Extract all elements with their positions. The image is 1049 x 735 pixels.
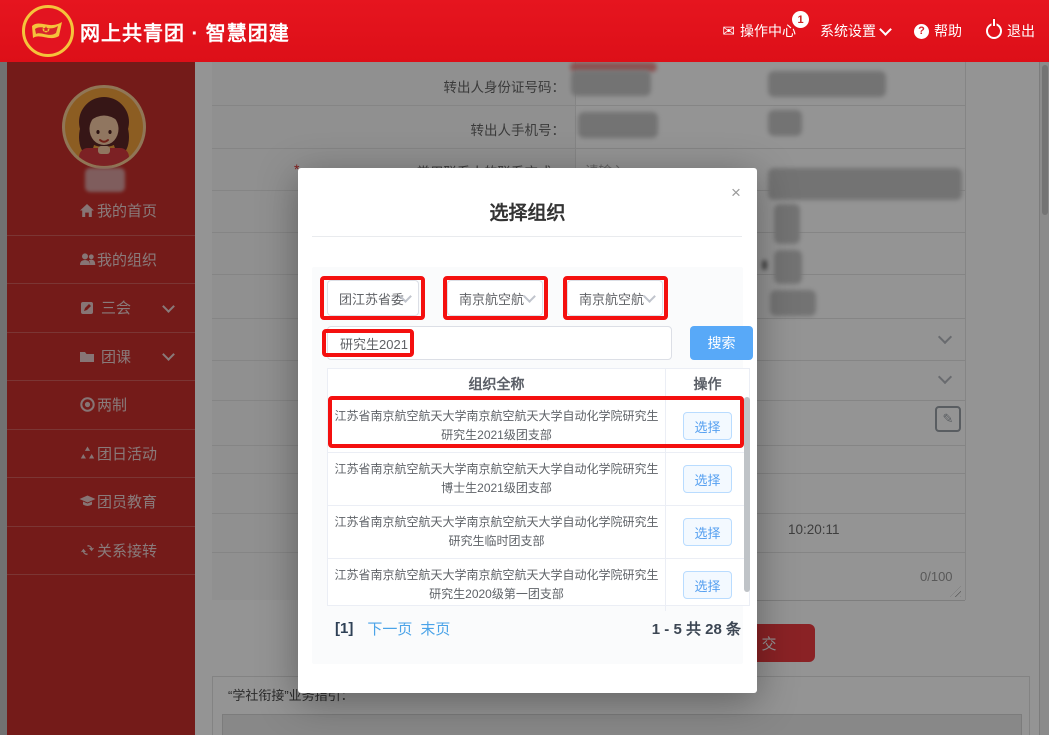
organization-name: 江苏省南京航空航天大学南京航空航天大学自动化学院研究生研究生2020级第一团支部 bbox=[334, 568, 659, 601]
table-row: 江苏省南京航空航天大学南京航空航天大学自动化学院研究生博士生2021级团支部 选… bbox=[328, 453, 749, 506]
table-header-row: 组织全称 操作 bbox=[328, 369, 749, 400]
system-settings-menu[interactable]: 系统设置 bbox=[820, 21, 892, 41]
province-select-value: 团江苏省委 bbox=[339, 291, 405, 307]
help-label: 帮助 bbox=[934, 23, 962, 39]
province-select[interactable]: 团江苏省委 bbox=[327, 280, 419, 316]
organization-name: 江苏省南京航空航天大学南京航空航天大学自动化学院研究生博士生2021级团支部 bbox=[334, 462, 659, 495]
select-organization-modal: × 选择组织 团江苏省委 南京航空航 南京航空航 搜索 组织全称 操作 江苏省南 bbox=[298, 168, 757, 693]
power-icon bbox=[986, 19, 1002, 39]
header-menu: ✉ 操作中心 1 系统设置 ? 帮助 退出 bbox=[722, 0, 1035, 62]
logout-menu[interactable]: 退出 bbox=[986, 19, 1035, 41]
organization-table: 组织全称 操作 江苏省南京航空航天大学南京航空航天大学自动化学院研究生研究生20… bbox=[327, 368, 750, 611]
action-center-menu[interactable]: ✉ 操作中心 1 bbox=[722, 11, 809, 41]
university-select[interactable]: 南京航空航 bbox=[447, 280, 543, 316]
select-row-button[interactable]: 选择 bbox=[683, 412, 732, 440]
action-center-label: 操作中心 bbox=[740, 23, 796, 39]
pagination: [1] 下一页 末页 bbox=[335, 616, 450, 640]
settings-label: 系统设置 bbox=[820, 23, 876, 39]
column-header-action: 操作 bbox=[665, 369, 749, 399]
select-row-button[interactable]: 选择 bbox=[683, 571, 732, 599]
select-row-button[interactable]: 选择 bbox=[683, 465, 732, 493]
top-header: 网上共青团 · 智慧团建 ✉ 操作中心 1 系统设置 ? 帮助 退出 bbox=[0, 0, 1049, 62]
organization-name: 江苏省南京航空航天大学南京航空航天大学自动化学院研究生研究生临时团支部 bbox=[334, 515, 659, 548]
organization-name: 江苏省南京航空航天大学南京航空航天大学自动化学院研究生研究生2021级团支部 bbox=[334, 409, 659, 442]
emblem-graphic bbox=[32, 22, 62, 39]
chevron-down-icon bbox=[643, 289, 656, 303]
table-row: 江苏省南京航空航天大学南京航空航天大学自动化学院研究生研究生临时团支部 选择 bbox=[328, 506, 749, 559]
pagination-current-page[interactable]: [1] bbox=[335, 620, 353, 637]
table-scrollbar-thumb[interactable] bbox=[744, 397, 750, 592]
search-button[interactable]: 搜索 bbox=[690, 326, 753, 360]
help-menu[interactable]: ? 帮助 bbox=[914, 21, 962, 41]
chevron-down-icon bbox=[523, 289, 536, 303]
organization-search-input[interactable] bbox=[327, 326, 672, 360]
logout-label: 退出 bbox=[1007, 23, 1035, 39]
column-header-name: 组织全称 bbox=[468, 375, 525, 392]
college-select[interactable]: 南京航空航 bbox=[567, 280, 663, 316]
table-row: 江苏省南京航空航天大学南京航空航天大学自动化学院研究生研究生2020级第一团支部… bbox=[328, 559, 749, 611]
notification-badge: 1 bbox=[792, 11, 809, 28]
university-select-value: 南京航空航 bbox=[459, 291, 525, 307]
pagination-next-link[interactable]: 下一页 bbox=[367, 618, 412, 639]
app-title: 网上共青团 · 智慧团建 bbox=[80, 22, 290, 45]
league-emblem-logo bbox=[22, 5, 74, 57]
pagination-last-link[interactable]: 末页 bbox=[420, 618, 450, 639]
table-row: 江苏省南京航空航天大学南京航空航天大学自动化学院研究生研究生2021级团支部 选… bbox=[328, 400, 749, 453]
divider bbox=[312, 236, 742, 237]
modal-title: 选择组织 bbox=[489, 203, 566, 224]
app-window: 网上共青团 · 智慧团建 ✉ 操作中心 1 系统设置 ? 帮助 退出 我的首页 … bbox=[0, 0, 1049, 735]
select-row-button[interactable]: 选择 bbox=[683, 518, 732, 546]
help-icon: ? bbox=[914, 23, 929, 39]
college-select-value: 南京航空航 bbox=[579, 291, 645, 307]
chevron-down-icon bbox=[879, 22, 892, 36]
pagination-summary: 1 - 5 共 28 条 bbox=[651, 620, 741, 638]
envelope-icon: ✉ bbox=[722, 23, 735, 40]
